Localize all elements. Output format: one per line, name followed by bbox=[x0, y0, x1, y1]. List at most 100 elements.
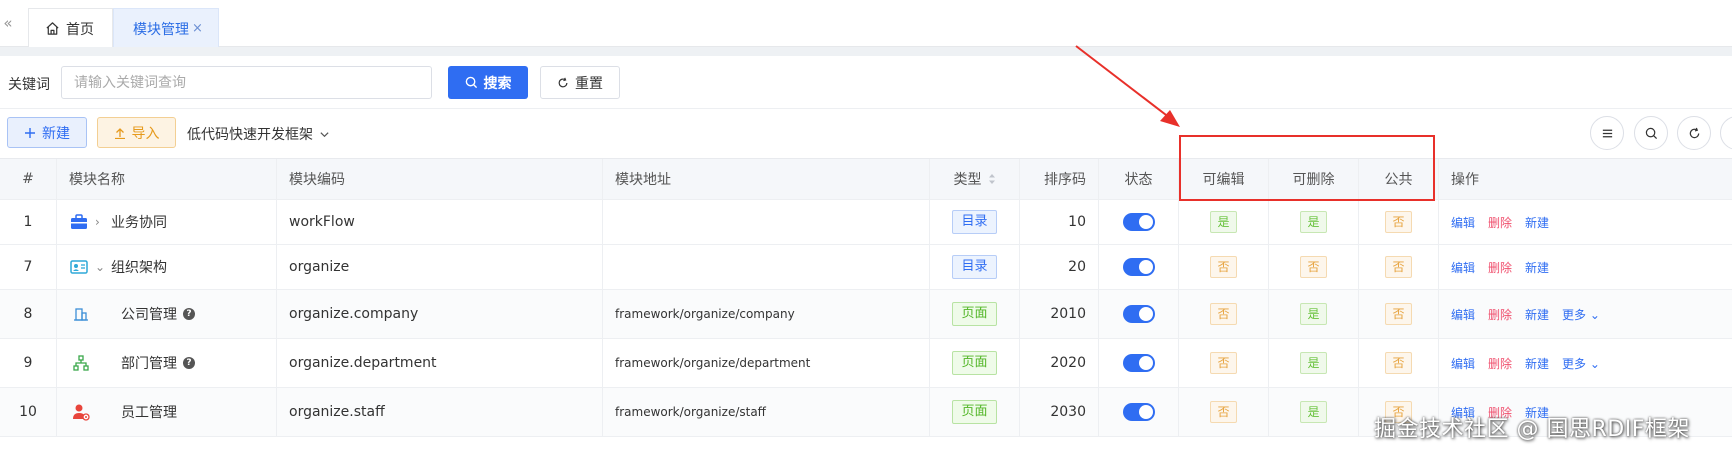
row-code: organize bbox=[277, 245, 603, 289]
editable-badge: 否 bbox=[1210, 352, 1237, 374]
new-child-link[interactable]: 新建 bbox=[1525, 306, 1549, 323]
more-dropdown[interactable]: 更多 ⌄ bbox=[1562, 355, 1600, 372]
new-child-link[interactable]: 新建 bbox=[1525, 214, 1549, 231]
tab-module-management[interactable]: 模块管理 × bbox=[113, 8, 219, 48]
upload-icon bbox=[114, 127, 125, 139]
chevron-right-icon[interactable]: › bbox=[95, 215, 103, 229]
chevron-down-icon: ⌄ bbox=[1589, 356, 1600, 371]
new-child-link[interactable]: 新建 bbox=[1525, 355, 1549, 372]
status-toggle[interactable] bbox=[1122, 354, 1155, 372]
public-badge: 否 bbox=[1385, 256, 1412, 278]
tab-home[interactable]: 首页 bbox=[28, 8, 113, 48]
search-icon bbox=[1645, 127, 1657, 139]
deletable-badge: 是 bbox=[1300, 352, 1327, 374]
row-address: framework/organize/staff bbox=[603, 388, 930, 436]
row-status-cell bbox=[1099, 290, 1179, 338]
row-status-cell bbox=[1099, 200, 1179, 244]
col-module-address: 模块地址 bbox=[603, 159, 930, 199]
watermark-text: 掘金技术社区 @ 国思RDIF框架 bbox=[1374, 417, 1690, 442]
table-row[interactable]: 1 › 业务协同 workFlow 目录 10 是 是 否 编辑 删除 新建 bbox=[0, 200, 1732, 245]
row-deletable-cell: 是 bbox=[1269, 200, 1359, 244]
new-child-link[interactable]: 新建 bbox=[1525, 259, 1549, 276]
delete-link[interactable]: 删除 bbox=[1488, 259, 1512, 276]
row-editable-cell: 否 bbox=[1179, 245, 1269, 289]
import-button[interactable]: 导入 bbox=[97, 117, 176, 148]
deletable-badge: 是 bbox=[1300, 211, 1327, 233]
row-name-cell: ⌄ 组织架构 bbox=[57, 245, 277, 289]
row-operations: 编辑 删除 新建 bbox=[1439, 245, 1732, 289]
chevron-down-icon[interactable]: ⌄ bbox=[95, 260, 105, 274]
project-select[interactable]: 低代码快速开发框架 bbox=[187, 124, 330, 144]
chevron-down-icon bbox=[320, 131, 329, 137]
row-index: 7 bbox=[0, 245, 57, 289]
edit-link[interactable]: 编辑 bbox=[1451, 306, 1475, 323]
col-sort-code: 排序码 bbox=[1020, 159, 1099, 199]
reset-button-label: 重置 bbox=[575, 74, 603, 91]
row-sort: 2020 bbox=[1020, 339, 1099, 387]
public-badge: 否 bbox=[1385, 211, 1412, 233]
tab-bar: « 首页 模块管理 × bbox=[0, 0, 1732, 48]
keyword-input[interactable] bbox=[61, 66, 432, 99]
status-toggle[interactable] bbox=[1122, 213, 1155, 231]
row-name: 业务协同 bbox=[111, 215, 167, 231]
table-row[interactable]: 7 ⌄ 组织架构 organize 目录 20 否 否 否 编辑 删除 新建 bbox=[0, 245, 1732, 290]
row-deletable-cell: 否 bbox=[1269, 245, 1359, 289]
row-public-cell: 否 bbox=[1359, 200, 1439, 244]
edit-link[interactable]: 编辑 bbox=[1451, 214, 1475, 231]
deletable-badge: 是 bbox=[1300, 401, 1327, 423]
row-index: 9 bbox=[0, 339, 57, 387]
column-settings-button[interactable] bbox=[1590, 116, 1624, 150]
reset-button[interactable]: 重置 bbox=[540, 66, 620, 99]
edit-link[interactable]: 编辑 bbox=[1451, 259, 1475, 276]
import-button-label: 导入 bbox=[131, 124, 160, 141]
table-header: # 模块名称 模块编码 模块地址 类型 排序码 状态 可编辑 可删除 公共 操作 bbox=[0, 158, 1732, 200]
row-operations: 编辑 删除 新建 更多 ⌄ bbox=[1439, 339, 1732, 387]
menu-icon bbox=[1602, 129, 1612, 137]
row-name: 部门管理 bbox=[121, 356, 177, 372]
col-deletable: 可删除 bbox=[1269, 159, 1359, 199]
close-icon[interactable]: × bbox=[192, 21, 203, 36]
refresh-table-button[interactable] bbox=[1677, 116, 1711, 150]
status-toggle[interactable] bbox=[1122, 305, 1155, 323]
row-deletable-cell: 是 bbox=[1269, 388, 1359, 436]
type-badge: 目录 bbox=[952, 255, 997, 279]
delete-link[interactable]: 删除 bbox=[1488, 214, 1512, 231]
new-button[interactable]: 新建 bbox=[7, 117, 87, 148]
delete-link[interactable]: 删除 bbox=[1488, 355, 1512, 372]
user-gear-icon bbox=[71, 402, 91, 422]
table-row[interactable]: 8 公司管理 ? organize.company framework/orga… bbox=[0, 290, 1732, 339]
refresh-icon bbox=[558, 77, 568, 87]
search-button[interactable]: 搜索 bbox=[448, 66, 528, 99]
briefcase-icon bbox=[69, 212, 89, 232]
tab-home-label: 首页 bbox=[66, 21, 94, 38]
plus-icon bbox=[25, 127, 35, 138]
editable-badge: 否 bbox=[1210, 256, 1237, 278]
keyword-label: 关键词 bbox=[8, 77, 50, 93]
collapse-sidebar-icon[interactable]: « bbox=[0, 14, 16, 32]
more-dropdown[interactable]: 更多 ⌄ bbox=[1562, 306, 1600, 323]
row-deletable-cell: 是 bbox=[1269, 290, 1359, 338]
row-code: workFlow bbox=[277, 200, 603, 244]
row-editable-cell: 否 bbox=[1179, 388, 1269, 436]
row-name-cell: 部门管理 ? bbox=[57, 339, 277, 387]
help-icon[interactable]: ? bbox=[183, 357, 195, 369]
row-type-cell: 页面 bbox=[930, 388, 1020, 436]
more-tools-button[interactable] bbox=[1720, 116, 1732, 150]
row-sort: 10 bbox=[1020, 200, 1099, 244]
edit-link[interactable]: 编辑 bbox=[1451, 355, 1475, 372]
row-sort: 2030 bbox=[1020, 388, 1099, 436]
toggle-search-button[interactable] bbox=[1634, 116, 1668, 150]
sort-icon[interactable] bbox=[988, 173, 996, 185]
content-divider bbox=[0, 47, 1732, 56]
status-toggle[interactable] bbox=[1122, 403, 1155, 421]
delete-link[interactable]: 删除 bbox=[1488, 306, 1512, 323]
row-name-cell: › 业务协同 bbox=[57, 200, 277, 244]
col-operations: 操作 bbox=[1451, 172, 1479, 188]
status-toggle[interactable] bbox=[1122, 258, 1155, 276]
table-row[interactable]: 9 部门管理 ? organize.department framework/o… bbox=[0, 339, 1732, 388]
row-editable-cell: 是 bbox=[1179, 200, 1269, 244]
help-icon[interactable]: ? bbox=[183, 308, 195, 320]
col-type[interactable]: 类型 bbox=[930, 159, 1020, 199]
project-select-value: 低代码快速开发框架 bbox=[187, 127, 313, 143]
search-bar: 关键词 搜索 重置 bbox=[0, 57, 1732, 109]
